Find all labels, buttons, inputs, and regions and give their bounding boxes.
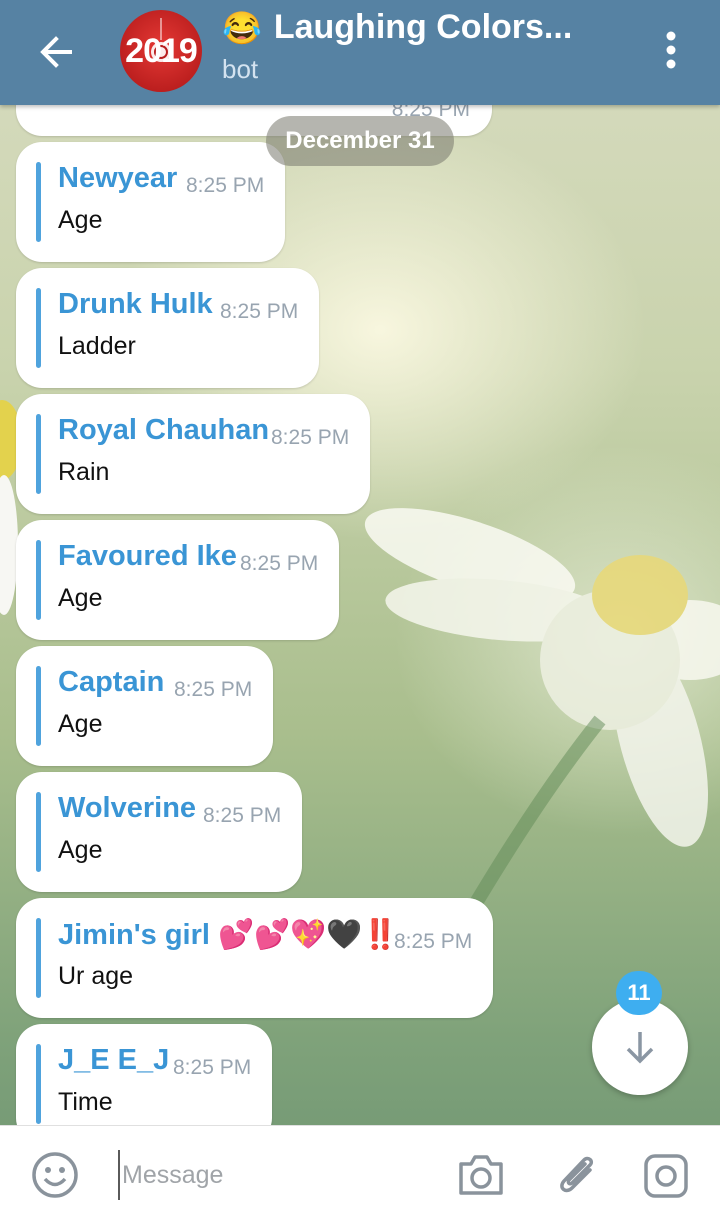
message-input[interactable] xyxy=(118,1150,438,1200)
sender-name[interactable]: Wolverine xyxy=(58,792,196,825)
chat-header: 2019 😂 Laughing Colors... bot xyxy=(0,0,720,105)
message-time: 8:25 PM xyxy=(394,930,473,953)
avatar[interactable]: 2019 xyxy=(120,10,202,92)
message-time: 8:25 PM xyxy=(186,174,265,197)
chat-title-text: Laughing Colors... xyxy=(273,8,573,46)
message-bubble[interactable]: Drunk Hulk 8:25 PM Ladder xyxy=(16,268,319,388)
message-text: Age xyxy=(58,836,103,864)
more-options-button[interactable] xyxy=(654,28,688,72)
message-text: Time xyxy=(58,1088,113,1116)
message-bubble[interactable]: Wolverine 8:25 PM Age xyxy=(16,772,302,892)
message-bubble[interactable]: Newyear 8:25 PM Age xyxy=(16,142,285,262)
instagram-button[interactable] xyxy=(642,1152,690,1200)
quote-bar xyxy=(36,162,41,242)
message-bubble[interactable]: Captain 8:25 PM Age xyxy=(16,646,273,766)
sender-name[interactable]: Royal Chauhan xyxy=(58,414,269,447)
message-text: Age xyxy=(58,710,103,738)
message-time: 8:25 PM xyxy=(240,552,319,575)
sender-name[interactable]: Newyear xyxy=(58,162,177,195)
message-bubble[interactable]: Royal Chauhan 8:25 PM Rain xyxy=(16,394,370,514)
date-separator: December 31 xyxy=(266,116,454,166)
message-time: 8:25 PM xyxy=(173,1056,252,1079)
arrow-down-icon xyxy=(626,1032,654,1064)
chat-subtitle: bot xyxy=(222,54,259,84)
sender-name[interactable]: Captain xyxy=(58,666,164,699)
instagram-icon xyxy=(644,1154,688,1198)
laughing-emoji-icon: 😂 xyxy=(222,9,262,46)
paperclip-icon xyxy=(560,1156,594,1193)
sender-name[interactable]: J_E E_J xyxy=(58,1044,169,1077)
message-text: Age xyxy=(58,206,103,234)
camera-button[interactable] xyxy=(456,1152,506,1198)
message-time: 8:25 PM xyxy=(220,300,299,323)
message-bubble[interactable]: Favoured Ike 8:25 PM Age xyxy=(16,520,339,640)
quote-bar xyxy=(36,918,41,998)
more-vert-icon xyxy=(666,31,676,69)
attach-button[interactable] xyxy=(552,1148,600,1200)
message-input-bar xyxy=(0,1125,720,1223)
message-time: 8:25 PM xyxy=(174,678,253,701)
quote-bar xyxy=(36,540,41,620)
message-text: Rain xyxy=(58,458,110,486)
quote-bar xyxy=(36,792,41,872)
quote-bar xyxy=(36,666,41,746)
message-time: 8:25 PM xyxy=(203,804,282,827)
message-bubble[interactable]: Jimin's girl 💕💕💖🖤‼️ 8:25 PM Ur age xyxy=(16,898,493,1018)
sender-name[interactable]: Jimin's girl 💕💕💖🖤‼️ xyxy=(58,918,399,952)
message-text: Age xyxy=(58,584,103,612)
emoji-smile-icon xyxy=(32,1152,78,1198)
unread-count-badge: 11 xyxy=(616,971,662,1015)
emoji-button[interactable] xyxy=(30,1150,80,1200)
sender-name[interactable]: Favoured Ike xyxy=(58,540,237,573)
quote-bar xyxy=(36,1044,41,1124)
message-text: Ladder xyxy=(58,332,136,360)
quote-bar xyxy=(36,414,41,494)
quote-bar xyxy=(36,288,41,368)
arrow-back-icon xyxy=(40,36,72,68)
camera-icon xyxy=(459,1155,503,1195)
message-list[interactable]: 8:25 PM December 31 Newyear 8:25 PM Age … xyxy=(0,0,720,1125)
message-time: 8:25 PM xyxy=(271,426,350,449)
chat-title[interactable]: 😂 Laughing Colors... xyxy=(222,8,572,47)
sender-name[interactable]: Drunk Hulk xyxy=(58,288,213,321)
back-button[interactable] xyxy=(30,26,82,78)
message-text: Ur age xyxy=(58,962,134,990)
avatar-text: 2019 xyxy=(125,32,198,70)
message-bubble[interactable]: J_E E_J 8:25 PM Time xyxy=(16,1024,272,1125)
